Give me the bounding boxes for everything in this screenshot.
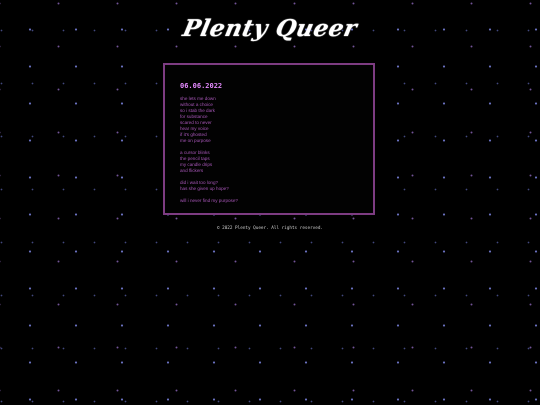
poem-line: has she given up hope? [180,186,229,191]
post-entry: 06.06.2022 she lets me down without a ch… [180,82,365,210]
stanza-1: she lets me down without a choice so i s… [180,96,365,144]
site-logo[interactable]: Plenty Queer [0,15,540,42]
post-panel: 06.06.2022 she lets me down without a ch… [163,63,375,215]
poem-line: me on purpose [180,138,211,143]
poem-line: and flickers [180,168,204,173]
footer-copyright: © 2022 Plenty Queer. All rights reserved… [216,226,324,231]
stanza-2: a cursor blinks the pencil taps my candl… [180,150,365,174]
page: Plenty Queer 06.06.2022 she lets me down… [0,0,540,405]
poem-line: will i never find my purpose? [180,198,238,203]
stanza-4: will i never find my purpose? [180,198,365,204]
stanza-3: did i wait too long? has she given up ho… [180,180,365,192]
post-date: 06.06.2022 [180,82,223,90]
